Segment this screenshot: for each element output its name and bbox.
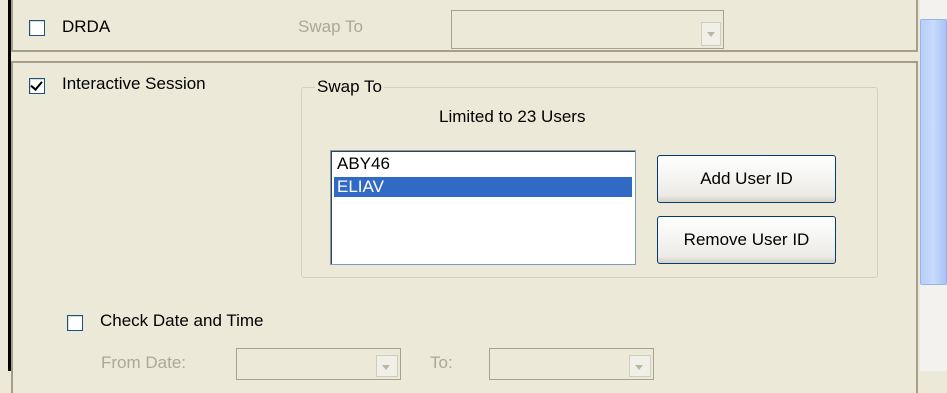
- chevron-down-icon[interactable]: [701, 22, 721, 46]
- chevron-down-icon[interactable]: [629, 355, 651, 377]
- interactive-session-checkbox[interactable]: [29, 78, 45, 94]
- scrollbar-thumb[interactable]: [920, 19, 947, 285]
- window-left-border: [0, 0, 11, 371]
- check-date-time-checkbox[interactable]: [67, 315, 83, 331]
- from-date-dropdown[interactable]: [236, 348, 401, 380]
- swap-to-group-title: Swap To: [315, 77, 384, 97]
- to-date-label: To:: [430, 353, 453, 372]
- drda-swap-to-dropdown[interactable]: [451, 10, 724, 49]
- to-date-dropdown[interactable]: [489, 348, 654, 380]
- user-list[interactable]: ABY46 ELIAV: [330, 150, 636, 265]
- limit-text: Limited to 23 Users: [439, 107, 586, 126]
- drda-swap-to-label: Swap To: [298, 17, 363, 36]
- interactive-session-label: Interactive Session: [62, 74, 206, 93]
- add-user-id-button[interactable]: Add User ID: [657, 155, 836, 203]
- remove-user-id-button[interactable]: Remove User ID: [657, 216, 836, 264]
- from-date-label: From Date:: [101, 353, 187, 372]
- drda-label: DRDA: [62, 17, 111, 36]
- chevron-down-icon[interactable]: [376, 355, 398, 377]
- drda-checkbox[interactable]: [29, 20, 45, 36]
- check-date-time-label: Check Date and Time: [100, 311, 264, 330]
- list-item-user[interactable]: ABY46: [334, 154, 632, 174]
- list-item-user-selected[interactable]: ELIAV: [334, 177, 632, 197]
